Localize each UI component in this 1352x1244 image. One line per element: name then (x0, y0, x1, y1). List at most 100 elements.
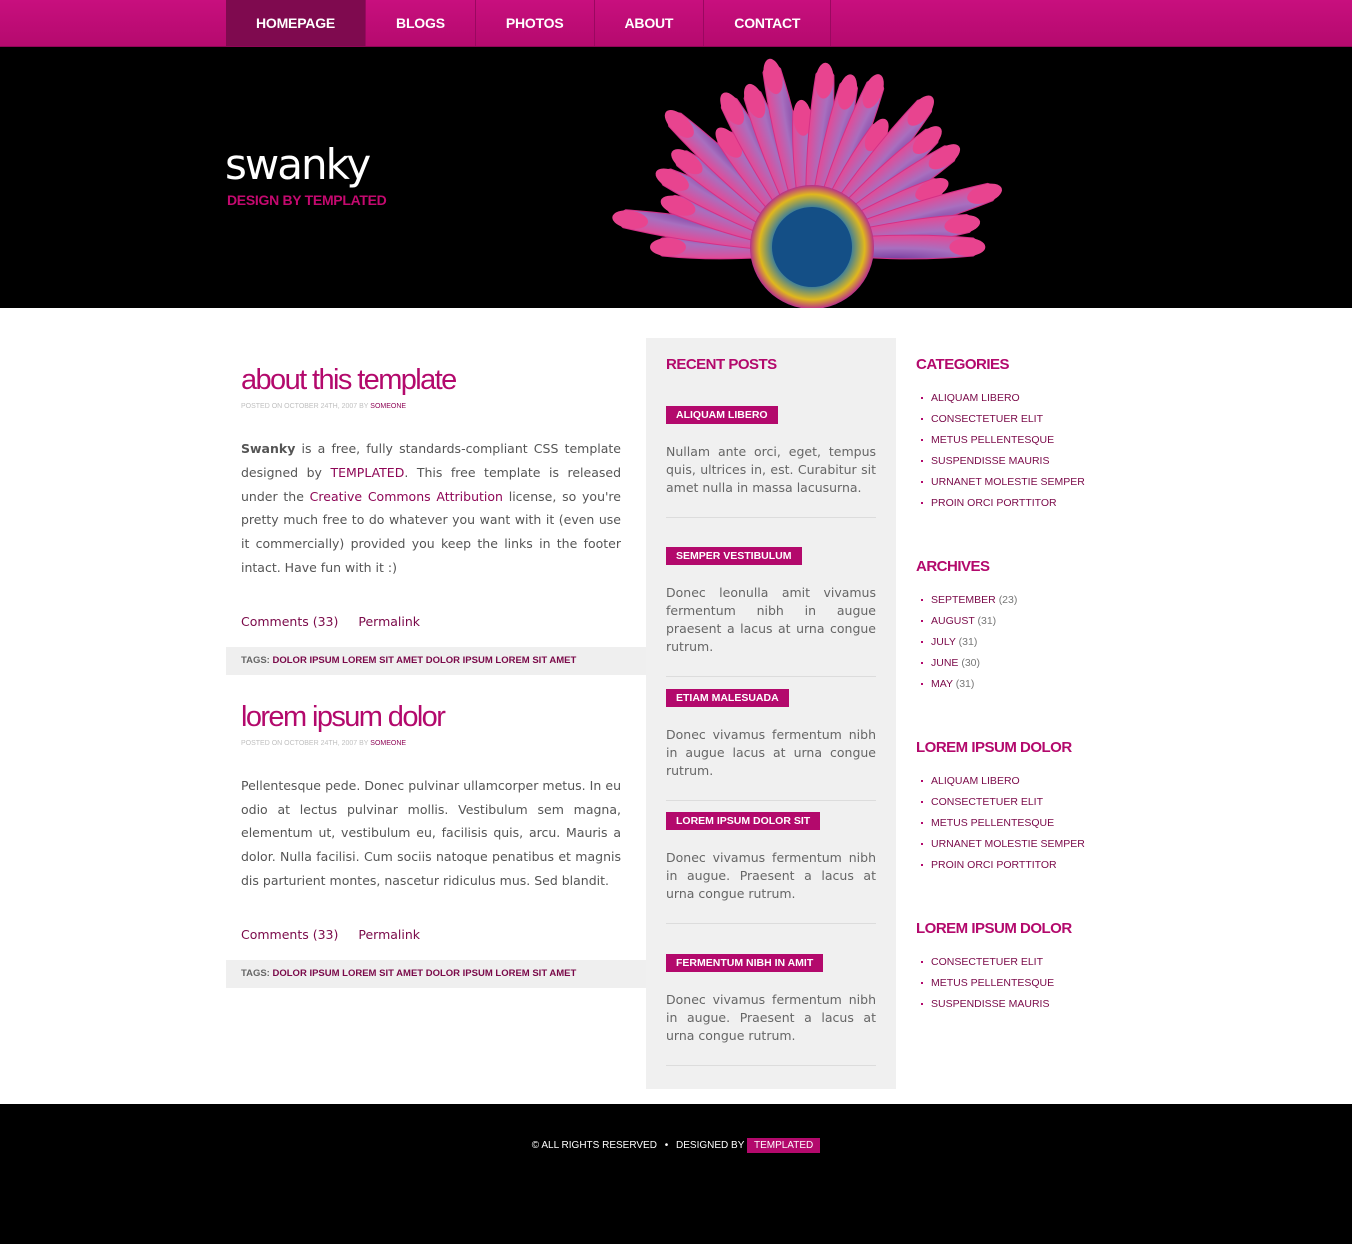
recent-posts-heading: RECENT POSTS (666, 356, 777, 373)
post-body: Pellentesque pede. Donec pulvinar ullamc… (241, 777, 621, 888)
list-item[interactable]: ALIQUAM LIBERO (916, 771, 1126, 792)
recent-post-title[interactable]: SEMPER VESTIBULUM (666, 547, 802, 565)
list-item[interactable]: SUSPENDISSE MAURIS (916, 994, 1126, 1015)
nav-link-photos[interactable]: PHOTOS (476, 0, 594, 46)
post-author-link[interactable]: SOMEONE (370, 740, 406, 747)
comments-link[interactable]: Comments (33) (241, 927, 338, 942)
category-link[interactable]: URNANET MOLESTIE SEMPER (931, 476, 1085, 488)
recent-post-item: ETIAM MALESUADA Donec vivamus fermentum … (666, 686, 876, 801)
archive-count: (31) (955, 678, 975, 690)
flower-header-image (612, 58, 1002, 308)
nav-link-homepage[interactable]: HOMEPAGE (226, 0, 366, 46)
post-body: Swanky is a free, fully standards-compli… (226, 437, 646, 580)
comments-link[interactable]: Comments (33) (241, 614, 338, 629)
list-item[interactable]: SEPTEMBER (23) (916, 590, 1126, 611)
list-item[interactable]: CONSECTETUER ELIT (916, 409, 1126, 430)
site-subtitle: DESIGN BY TEMPLATED (227, 192, 387, 208)
list-item[interactable]: AUGUST (31) (916, 611, 1126, 632)
permalink-link[interactable]: Permalink (358, 927, 420, 942)
archive-count: (31) (958, 636, 978, 648)
archive-link[interactable]: SEPTEMBER (931, 594, 996, 606)
list-item[interactable]: ALIQUAM LIBERO (916, 388, 1126, 409)
tags-list[interactable]: DOLOR IPSUM LOREM SIT AMET DOLOR IPSUM L… (273, 968, 577, 979)
footer-text: © ALL RIGHTS RESERVED • DESIGNED BY TEMP… (0, 1138, 1352, 1153)
post-byline: POSTED ON OCTOBER 24TH, 2007 BY SOMEONE (226, 403, 646, 410)
nav-item-homepage[interactable]: HOMEPAGE (226, 0, 367, 46)
separator: • (664, 1140, 669, 1151)
archive-link[interactable]: JULY (931, 636, 956, 648)
permalink-link[interactable]: Permalink (358, 614, 420, 629)
tags-list[interactable]: DOLOR IPSUM LOREM SIT AMET DOLOR IPSUM L… (273, 655, 577, 666)
recent-post-item: LOREM IPSUM DOLOR SIT Donec vivamus ferm… (666, 809, 876, 924)
category-link[interactable]: METUS PELLENTESQUE (931, 434, 1054, 446)
post-title[interactable]: lorem ipsum dolor (226, 701, 646, 734)
recent-post-title[interactable]: ETIAM MALESUADA (666, 689, 789, 707)
post-meta-links: Comments (33) Permalink (226, 927, 646, 942)
post-byline: POSTED ON OCTOBER 24TH, 2007 BY SOMEONE (226, 740, 646, 747)
site-title[interactable]: swanky (225, 140, 371, 189)
lorem-link[interactable]: ALIQUAM LIBERO (931, 775, 1020, 787)
post-meta-links: Comments (33) Permalink (226, 614, 646, 629)
post-tags: TAGS: DOLOR IPSUM LOREM SIT AMET DOLOR I… (226, 959, 646, 988)
post: about this template POSTED ON OCTOBER 24… (226, 338, 646, 675)
divider (666, 676, 876, 677)
flower-core (772, 207, 852, 287)
list-item[interactable]: METUS PELLENTESQUE (916, 430, 1126, 451)
divider (666, 1065, 876, 1066)
designer-link[interactable]: TEMPLATED (746, 1138, 821, 1153)
nav-link-contact[interactable]: CONTACT (704, 0, 830, 46)
lorem-link[interactable]: METUS PELLENTESQUE (931, 817, 1054, 829)
lorem-link[interactable]: PROIN ORCI PORTTITOR (931, 859, 1057, 871)
list-item[interactable]: CONSECTETUER ELIT (916, 792, 1126, 813)
recent-post-excerpt: Donec vivamus fermentum nibh in augue. P… (666, 850, 876, 901)
post-date: POSTED ON OCTOBER 24TH, 2007 BY (241, 739, 369, 747)
list-item[interactable]: METUS PELLENTESQUE (916, 973, 1126, 994)
lorem-link[interactable]: CONSECTETUER ELIT (931, 956, 1043, 968)
recent-post-excerpt: Donec vivamus fermentum nibh in augue. P… (666, 992, 876, 1043)
list-item[interactable]: JUNE (30) (916, 653, 1126, 674)
recent-post-item: FERMENTUM NIBH IN AMIT Donec vivamus fer… (666, 951, 876, 1066)
archive-link[interactable]: AUGUST (931, 615, 975, 627)
post-title[interactable]: about this template (226, 364, 646, 397)
category-link[interactable]: SUSPENDISSE MAURIS (931, 455, 1049, 467)
lorem-list: ALIQUAM LIBERO CONSECTETUER ELIT METUS P… (916, 771, 1126, 876)
category-link[interactable]: CONSECTETUER ELIT (931, 413, 1043, 425)
list-item[interactable]: MAY (31) (916, 674, 1126, 695)
list-item[interactable]: URNANET MOLESTIE SEMPER (916, 834, 1126, 855)
lorem-link[interactable]: SUSPENDISSE MAURIS (931, 998, 1049, 1010)
nav-item-about[interactable]: ABOUT (595, 0, 705, 46)
creative-commons-link[interactable]: Creative Commons Attribution (310, 489, 503, 504)
archive-link[interactable]: MAY (931, 678, 953, 690)
list-item[interactable]: SUSPENDISSE MAURIS (916, 451, 1126, 472)
nav-link-about[interactable]: ABOUT (595, 0, 704, 46)
recent-post-title[interactable]: LOREM IPSUM DOLOR SIT (666, 812, 821, 830)
archive-count: (31) (977, 615, 997, 627)
list-item[interactable]: METUS PELLENTESQUE (916, 813, 1126, 834)
list-item[interactable]: URNANET MOLESTIE SEMPER (916, 472, 1126, 493)
copyright-text: © ALL RIGHTS RESERVED (531, 1140, 657, 1151)
lorem-link[interactable]: CONSECTETUER ELIT (931, 796, 1043, 808)
lorem-heading: LOREM IPSUM DOLOR (916, 739, 1072, 756)
categories-block: CATEGORIES ALIQUAM LIBERO CONSECTETUER E… (916, 356, 1126, 514)
list-item[interactable]: PROIN ORCI PORTTITOR (916, 855, 1126, 876)
templated-link[interactable]: TEMPLATED (330, 465, 404, 480)
nav-item-photos[interactable]: PHOTOS (476, 0, 595, 46)
list-item[interactable]: PROIN ORCI PORTTITOR (916, 493, 1126, 514)
recent-posts-sidebar: RECENT POSTS ALIQUAM LIBERO Nullam ante … (646, 338, 896, 1089)
recent-post-title[interactable]: FERMENTUM NIBH IN AMIT (666, 954, 824, 972)
divider (666, 923, 876, 924)
list-item[interactable]: JULY (31) (916, 632, 1126, 653)
nav-item-contact[interactable]: CONTACT (704, 0, 832, 46)
list-item[interactable]: CONSECTETUER ELIT (916, 952, 1126, 973)
nav-item-blogs[interactable]: BLOGS (366, 0, 476, 46)
recent-post-item: ALIQUAM LIBERO Nullam ante orci, eget, t… (666, 403, 876, 518)
recent-post-title[interactable]: ALIQUAM LIBERO (666, 406, 778, 424)
category-link[interactable]: ALIQUAM LIBERO (931, 392, 1020, 404)
post-author-link[interactable]: SOMEONE (370, 403, 406, 410)
lorem-link[interactable]: METUS PELLENTESQUE (931, 977, 1054, 989)
lorem-link[interactable]: URNANET MOLESTIE SEMPER (931, 838, 1085, 850)
category-link[interactable]: PROIN ORCI PORTTITOR (931, 497, 1057, 509)
archive-link[interactable]: JUNE (931, 657, 958, 669)
nav-link-blogs[interactable]: BLOGS (366, 0, 475, 46)
post-tags: TAGS: DOLOR IPSUM LOREM SIT AMET DOLOR I… (226, 646, 646, 675)
